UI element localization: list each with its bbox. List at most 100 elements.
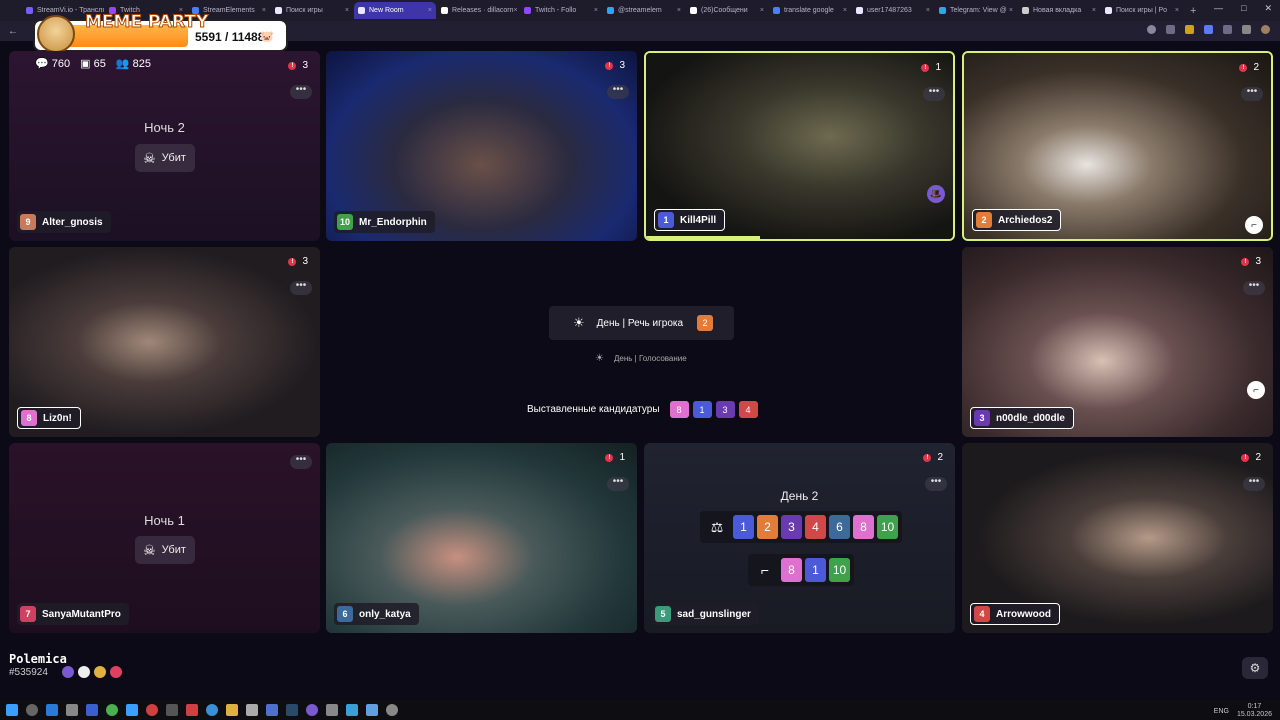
more-options-button[interactable]: •••	[1243, 477, 1265, 491]
app-icon[interactable]	[146, 704, 158, 716]
browser-tab-label: Telegram: View @	[950, 7, 1007, 14]
app-icon[interactable]	[186, 704, 198, 716]
close-tab-icon[interactable]: ×	[1009, 7, 1013, 14]
player-name: Alter_gnosis	[42, 216, 103, 228]
close-tab-icon[interactable]: ×	[760, 7, 764, 14]
app-icon[interactable]	[166, 704, 178, 716]
player-tile-7[interactable]: ••• Ночь 1 ☠ Убит 7 SanyaMutantPro	[9, 443, 320, 633]
killed-badge: ☠ Убит	[134, 144, 195, 172]
browser-tab-label: @streamelem	[618, 7, 662, 14]
favicon-icon	[1022, 7, 1029, 14]
steam-icon[interactable]	[286, 704, 298, 716]
close-tab-icon[interactable]: ×	[428, 7, 432, 14]
live-stat: ▣ 65	[80, 58, 106, 70]
more-options-button[interactable]: •••	[607, 477, 629, 491]
browser-tab[interactable]: Новая вкладка ×	[1018, 2, 1100, 19]
browser-tab[interactable]: Releases · dillacorn ×	[437, 2, 519, 19]
current-speaker-number: 2	[697, 315, 714, 331]
browser-tab[interactable]: Twitch - Follo ×	[520, 2, 602, 19]
more-options-button[interactable]: •••	[290, 85, 312, 99]
app-icon[interactable]	[86, 704, 98, 716]
meme-party-overlay: MEME PARTY 5591 / 11488 🐷	[33, 12, 288, 53]
game-phase-banner: ☀ День | Речь игрока 2	[549, 306, 734, 340]
pistol-icon: ⌐	[760, 562, 770, 578]
app-icon[interactable]	[206, 704, 218, 716]
app-icon[interactable]	[126, 704, 138, 716]
gear-icon[interactable]	[386, 704, 398, 716]
more-options-button[interactable]: •••	[607, 85, 629, 99]
chrome-icon[interactable]	[106, 704, 118, 716]
browser-tab[interactable]: translate google ×	[769, 2, 851, 19]
player-number: 8	[21, 410, 37, 426]
search-icon[interactable]	[26, 704, 38, 716]
close-tab-icon[interactable]: ×	[262, 7, 266, 14]
close-tab-icon[interactable]: ×	[843, 7, 847, 14]
more-options-button[interactable]: •••	[1241, 87, 1263, 101]
more-options-button[interactable]: •••	[1243, 281, 1265, 295]
app-icon[interactable]	[46, 704, 58, 716]
extension-icon[interactable]	[1185, 25, 1194, 34]
player-tile-4[interactable]: ! 2 ••• 4 Arrowwood	[962, 443, 1273, 633]
player-name: only_katya	[359, 608, 411, 620]
window-controls[interactable]: — □ ✕	[1214, 3, 1272, 14]
favicon-icon	[607, 7, 614, 14]
player-tile-5[interactable]: ! 2 ••• День 2 ⚖ 1 2 3 4 6 8 10 ⌐ 8 1 10 …	[644, 443, 955, 633]
browser-tab[interactable]: Telegram: View @ ×	[935, 2, 1017, 19]
app-icon[interactable]	[346, 704, 358, 716]
app-icon[interactable]	[246, 704, 258, 716]
browser-tab[interactable]: Поиск игры | Po ×	[1101, 2, 1183, 19]
close-tab-icon[interactable]: ×	[677, 7, 681, 14]
favicon-icon	[939, 7, 946, 14]
app-icon[interactable]	[66, 704, 78, 716]
player-tile-6[interactable]: ! 1 ••• 6 only_katya	[326, 443, 637, 633]
close-tab-icon[interactable]: ×	[1092, 7, 1096, 14]
browser-tab[interactable]: user17487263 ×	[852, 2, 934, 19]
player-tile-1[interactable]: ! 1 ••• 🎩 1 Kill4Pill	[644, 51, 955, 241]
browser-tab[interactable]: New Room ×	[354, 2, 436, 19]
more-options-button[interactable]: •••	[290, 455, 312, 469]
bookmark-star-icon[interactable]	[1147, 25, 1156, 34]
browser-tab-label: New Room	[369, 7, 404, 14]
close-tab-icon[interactable]: ×	[594, 7, 598, 14]
app-icon[interactable]	[326, 704, 338, 716]
profile-avatar-icon[interactable]	[1261, 25, 1270, 34]
extension-icon[interactable]	[1204, 25, 1213, 34]
extension-icon[interactable]	[1166, 25, 1175, 34]
player-tile-8[interactable]: ! 3 ••• 8 Liz0n!	[9, 247, 320, 437]
close-tab-icon[interactable]: ×	[513, 7, 517, 14]
back-arrow-icon[interactable]: ←	[8, 26, 18, 37]
app-icon[interactable]	[366, 704, 378, 716]
browser-tab[interactable]: @streamelem ×	[603, 2, 685, 19]
sun-icon: ☀	[595, 353, 604, 364]
folder-icon[interactable]	[226, 704, 238, 716]
app-icon[interactable]	[266, 704, 278, 716]
player-number: 5	[655, 606, 671, 622]
vote-chip: 1	[733, 515, 754, 539]
more-options-button[interactable]: •••	[290, 281, 312, 295]
close-tab-icon[interactable]: ×	[1175, 7, 1179, 14]
extension-icon[interactable]	[1242, 25, 1251, 34]
maximize-icon[interactable]: □	[1241, 3, 1246, 14]
player-tile-10[interactable]: ! 3 ••• 10 Mr_Endorphin	[326, 51, 637, 241]
browser-tab[interactable]: (26)Сообщени ×	[686, 2, 768, 19]
close-window-icon[interactable]: ✕	[1264, 3, 1272, 14]
vote-chip: 10	[829, 558, 850, 582]
vote-chip: 4	[805, 515, 826, 539]
browser-extensions	[1147, 25, 1270, 34]
language-indicator[interactable]: ENG	[1214, 708, 1229, 715]
extension-icon[interactable]	[1223, 25, 1232, 34]
minimize-icon[interactable]: —	[1214, 3, 1223, 14]
player-tile-3[interactable]: ! 3 ••• ⌐ 3 n00dle_d00dle	[962, 247, 1273, 437]
player-tile-9[interactable]: ! 3 ••• Ночь 2 ☠ Убит 9 Alter_gnosis	[9, 51, 320, 241]
clock-date: 15.03.2026	[1236, 711, 1272, 718]
app-icon[interactable]	[306, 704, 318, 716]
new-tab-icon[interactable]: +	[1190, 5, 1196, 17]
close-tab-icon[interactable]: ×	[345, 7, 349, 14]
settings-sliders-button[interactable]: ⚙	[1242, 657, 1268, 679]
start-icon[interactable]	[6, 704, 18, 716]
browser-tab[interactable]: Поиск игры ×	[271, 2, 353, 19]
clock[interactable]: 0:17 15.03.2026	[1237, 703, 1272, 719]
more-options-button[interactable]: •••	[923, 87, 945, 101]
close-tab-icon[interactable]: ×	[926, 7, 930, 14]
player-tile-2[interactable]: ! 2 ••• ⌐ 2 Archiedos2	[962, 51, 1273, 241]
